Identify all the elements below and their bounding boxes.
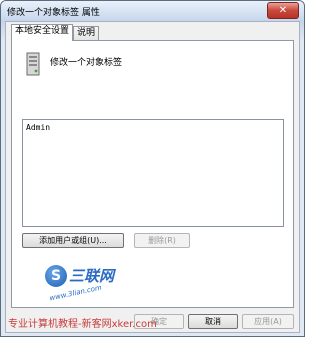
title-bar: 修改一个对象标签 属性 ✕ (1, 1, 304, 20)
remove-button[interactable]: 删除(R) (134, 233, 190, 248)
list-item[interactable]: Admin (26, 123, 50, 132)
tab-local-security-setting[interactable]: 本地安全设置 (11, 24, 74, 41)
close-icon: ✕ (278, 5, 288, 16)
policy-title: 修改一个对象标签 (50, 58, 123, 68)
properties-dialog: 修改一个对象标签 属性 ✕ 本地安全设置 说明 修改一个对象标签 Admin 添… (0, 0, 305, 337)
window-title: 修改一个对象标签 属性 (7, 8, 100, 18)
server-policy-icon (26, 52, 40, 76)
footer-watermark: 专业计算机教程-新客网xker.com (8, 319, 157, 330)
cancel-button[interactable]: 取消 (188, 314, 238, 329)
watermark-logo-icon: S (45, 265, 67, 287)
user-list[interactable]: Admin (22, 119, 284, 227)
watermark-logo: S 三联网 www.3lian.com (37, 261, 147, 313)
watermark-logo-text: 三联网 (69, 267, 115, 285)
apply-button[interactable]: 应用(A) (242, 314, 294, 329)
close-button[interactable]: ✕ (267, 2, 299, 19)
add-user-or-group-button[interactable]: 添加用户或组(U)... (22, 233, 124, 248)
tab-explain[interactable]: 说明 (73, 26, 100, 40)
